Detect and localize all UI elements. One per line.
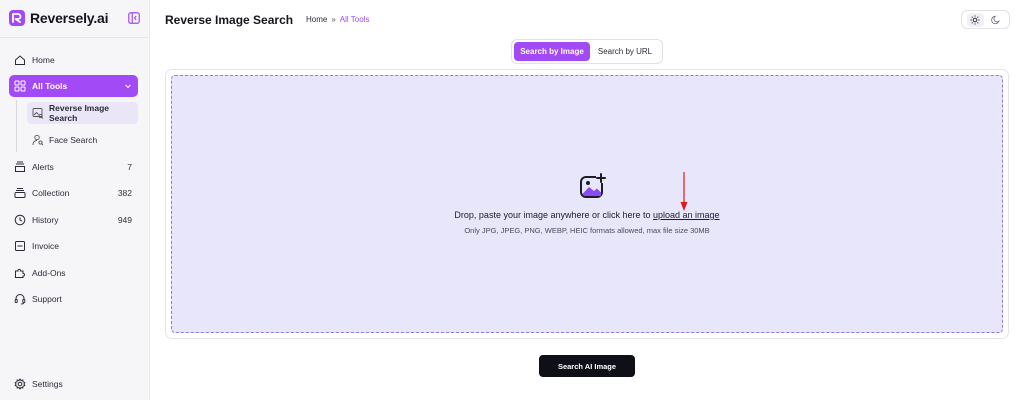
search-ai-image-button[interactable]: Search AI Image [539, 355, 635, 377]
puzzle-icon [14, 267, 26, 279]
sidebar-item-invoice[interactable]: Invoice [9, 235, 138, 257]
sidebar-subitem-reverse-image-search[interactable]: Reverse Image Search [27, 102, 138, 124]
bell-icon [14, 161, 26, 173]
breadcrumb-separator: » [331, 15, 336, 24]
tab-search-by-url[interactable]: Search by URL [590, 42, 660, 61]
grid-icon [14, 80, 26, 92]
home-icon [14, 54, 26, 66]
allowed-formats-note: Only JPG, JPEG, PNG, WEBP, HEIC formats … [464, 226, 710, 235]
sidebar-item-support[interactable]: Support [9, 288, 138, 310]
upload-card: Drop, paste your image anywhere or click… [165, 69, 1009, 339]
invoice-icon [14, 240, 26, 252]
add-image-icon [580, 173, 606, 198]
theme-toggle [961, 10, 1010, 29]
page-title: Reverse Image Search [165, 13, 294, 27]
brand-name: Reversely.ai [30, 10, 109, 26]
face-search-icon [32, 134, 44, 146]
submenu-guide-line [16, 100, 17, 152]
breadcrumb-current[interactable]: All Tools [340, 15, 370, 24]
sidebar-subitem-label: Face Search [49, 135, 98, 145]
sidebar-item-label: Home [32, 55, 55, 65]
upload-instructions-text: Drop, paste your image anywhere or click… [454, 210, 654, 220]
image-search-icon [32, 107, 44, 119]
sidebar-item-collection[interactable]: Collection 382 [9, 182, 138, 204]
tab-search-by-image[interactable]: Search by Image [514, 42, 590, 61]
collection-count: 382 [117, 188, 132, 198]
layers-icon [14, 187, 26, 199]
upload-dropzone[interactable]: Drop, paste your image anywhere or click… [171, 75, 1003, 333]
light-mode-button[interactable] [966, 12, 984, 27]
sidebar-item-label: Support [32, 294, 62, 304]
support-icon [14, 293, 26, 305]
history-count: 949 [117, 215, 132, 225]
sidebar: Reversely.ai Home All Tools Reverse Imag… [0, 0, 150, 400]
breadcrumb-home[interactable]: Home [306, 15, 327, 24]
chevron-down-icon [125, 84, 131, 89]
sidebar-item-settings[interactable]: Settings [9, 373, 138, 395]
brand-divider [0, 37, 150, 38]
gear-icon [14, 378, 26, 390]
sidebar-item-home[interactable]: Home [9, 49, 138, 71]
annotation-arrow-icon [680, 172, 688, 211]
sidebar-subitem-label: Reverse Image Search [49, 103, 110, 123]
sidebar-item-label: All Tools [32, 81, 68, 91]
sidebar-item-alerts[interactable]: Alerts 7 [9, 156, 138, 178]
sidebar-item-label: Settings [32, 379, 63, 389]
sidebar-item-label: History [32, 215, 59, 225]
moon-icon [990, 15, 1000, 24]
breadcrumb: Home » All Tools [306, 15, 369, 24]
sidebar-item-history[interactable]: History 949 [9, 209, 138, 231]
sidebar-item-label: Invoice [32, 241, 59, 251]
brand[interactable]: Reversely.ai [9, 9, 108, 27]
sidebar-item-all-tools[interactable]: All Tools [9, 75, 138, 97]
sidebar-collapse-icon[interactable] [128, 12, 140, 24]
sidebar-subitem-face-search[interactable]: Face Search [27, 129, 138, 151]
search-mode-tabs: Search by Image Search by URL [511, 39, 663, 64]
brand-logo-icon [9, 10, 25, 26]
sidebar-item-label: Collection [32, 188, 70, 198]
sidebar-item-label: Add-Ons [32, 268, 66, 278]
sidebar-item-add-ons[interactable]: Add-Ons [9, 262, 138, 284]
upload-instructions: Drop, paste your image anywhere or click… [172, 210, 1002, 220]
dark-mode-button[interactable] [987, 13, 1004, 27]
sidebar-item-label: Alerts [32, 162, 54, 172]
clock-icon [14, 214, 26, 226]
sun-icon [970, 14, 980, 25]
alerts-count: 7 [127, 162, 132, 172]
